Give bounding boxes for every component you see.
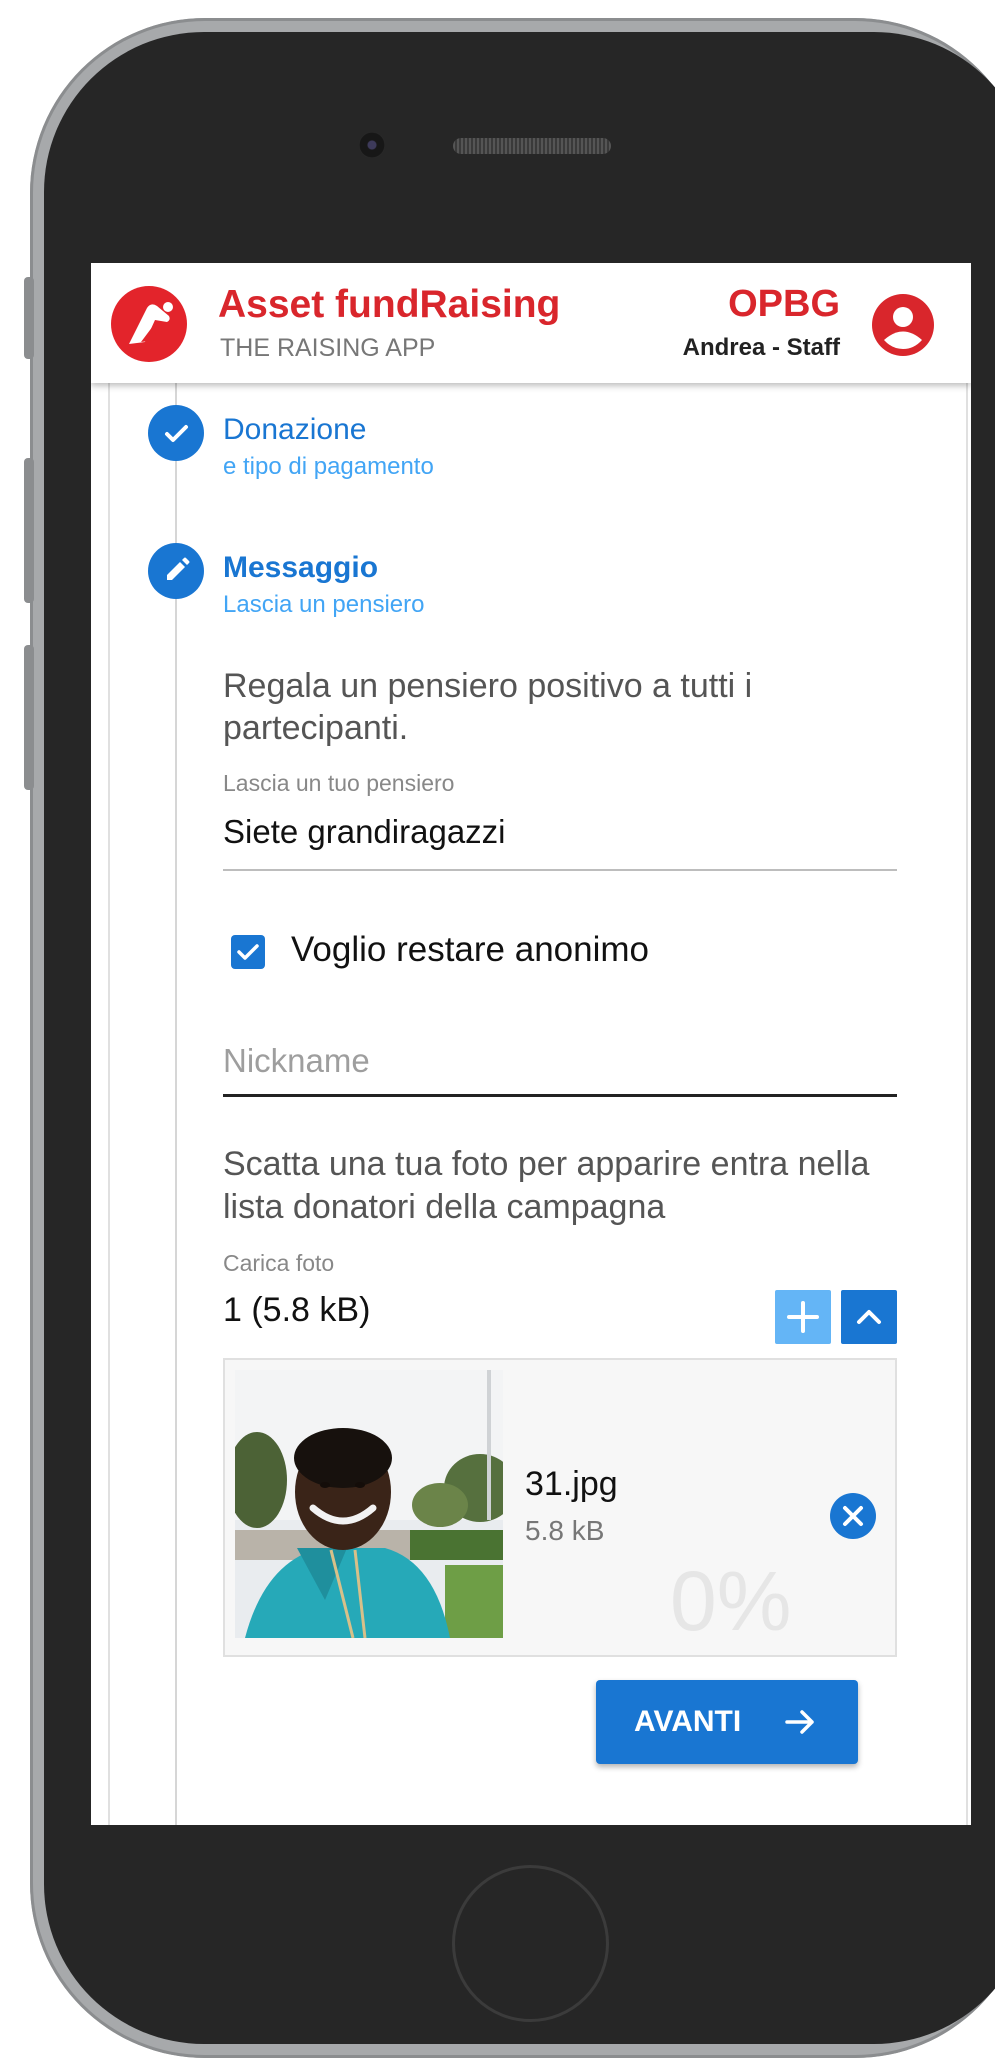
- upload-progress: 0%: [670, 1554, 792, 1648]
- earpiece-speaker: [453, 138, 611, 154]
- remove-file-icon[interactable]: [829, 1492, 877, 1540]
- home-button[interactable]: [452, 1865, 609, 2022]
- content-border-left: [108, 383, 110, 1825]
- stepper-connector: [175, 383, 177, 1825]
- anonymous-checkbox[interactable]: [231, 935, 265, 969]
- nickname-input[interactable]: [223, 1036, 897, 1086]
- app-logo-icon[interactable]: [111, 286, 187, 362]
- checkmark-icon: [237, 944, 259, 960]
- volume-up-button: [24, 458, 34, 603]
- app-screen: Asset fundRaising THE RAISING APP OPBG A…: [91, 263, 971, 1825]
- step-subtitle-messaggio: Lascia un pensiero: [223, 591, 425, 618]
- next-button[interactable]: AVANTI: [596, 1680, 858, 1764]
- message-intro-text: Regala un pensiero positivo a tutti i pa…: [223, 667, 753, 747]
- check-icon: [165, 425, 188, 442]
- step-title-messaggio[interactable]: Messaggio: [223, 551, 378, 585]
- volume-down-button: [24, 645, 34, 790]
- add-photo-button[interactable]: [775, 1290, 831, 1344]
- next-button-label: AVANTI: [634, 1705, 742, 1738]
- app-subtitle: THE RAISING APP: [220, 334, 436, 362]
- file-size: 5.8 kB: [525, 1515, 605, 1546]
- app-title: Asset fundRaising: [218, 283, 561, 326]
- stepper-content: Donazione e tipo di pagamento Messaggio …: [91, 383, 971, 1825]
- account-icon[interactable]: [871, 293, 935, 357]
- file-name: 31.jpg: [525, 1465, 618, 1503]
- photo-intro-text: Scatta una tua foto per apparire entra n…: [223, 1145, 870, 1226]
- nickname-underline: [223, 1094, 897, 1097]
- message-field-label: Lascia un tuo pensiero: [223, 770, 455, 796]
- upload-field-label: Carica foto: [223, 1250, 335, 1276]
- step-editing-badge[interactable]: [148, 543, 204, 599]
- message-field[interactable]: Siete grandiragazzi: [223, 813, 506, 851]
- upload-count: 1 (5.8 kB): [223, 1291, 371, 1329]
- organization-code: OPBG: [728, 283, 840, 325]
- pencil-icon: [167, 557, 190, 580]
- plus-icon: [787, 1301, 819, 1333]
- step-completed-badge[interactable]: [148, 405, 204, 461]
- user-name: Andrea - Staff: [682, 334, 840, 361]
- message-field-underline: [223, 869, 897, 871]
- step-title-donazione[interactable]: Donazione: [223, 413, 366, 447]
- chevron-up-icon: [857, 1310, 881, 1324]
- app-header: Asset fundRaising THE RAISING APP OPBG A…: [91, 263, 971, 383]
- step-subtitle-donazione: e tipo di pagamento: [223, 453, 434, 480]
- anonymous-checkbox-label[interactable]: Voglio restare anonimo: [291, 930, 649, 970]
- collapse-uploads-button[interactable]: [841, 1290, 897, 1344]
- uploaded-file-card: 31.jpg 5.8 kB 0%: [223, 1358, 897, 1657]
- mute-switch: [24, 277, 34, 359]
- front-camera: [359, 132, 385, 158]
- photo-thumbnail: [235, 1370, 503, 1638]
- content-border-right: [966, 383, 968, 1825]
- arrow-right-icon: [785, 1710, 814, 1734]
